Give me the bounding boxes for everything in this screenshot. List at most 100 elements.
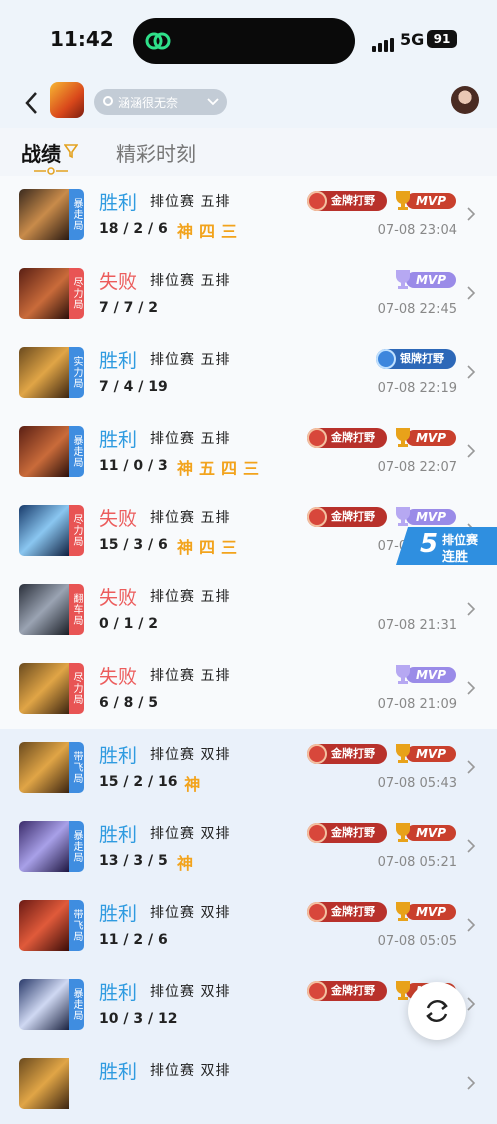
match-result: 胜利 <box>99 350 138 372</box>
medal-label: 金牌打野 <box>331 905 375 918</box>
match-rating-tag: 尽力局 <box>69 268 84 319</box>
match-mode: 排位赛 五排 <box>150 665 230 685</box>
match-mode-type: 排位赛 <box>150 747 195 763</box>
medal-label: 金牌打野 <box>331 431 375 444</box>
match-mode: 排位赛 五排 <box>150 349 230 369</box>
multikill-badge: 三 <box>243 459 260 478</box>
match-mode: 排位赛 双排 <box>150 902 230 922</box>
match-row[interactable]: 尽力局 失败 排位赛 五排 6 / 8 / 5 MVP 07-08 21:09 <box>0 650 497 729</box>
mvp-badge: MVP <box>392 744 457 764</box>
match-result: 失败 <box>99 587 138 609</box>
medal-label: 金牌打野 <box>331 747 375 760</box>
hero-portrait <box>19 347 69 398</box>
match-mode-type: 排位赛 <box>150 273 195 289</box>
medal-emblem-icon <box>376 349 396 369</box>
match-row[interactable]: 带飞局 胜利 排位赛 双排 15 / 2 / 16 神 金牌打野 MVP 07-08 05:4… <box>0 729 497 808</box>
match-row[interactable]: 暴走局 胜利 排位赛 五排 11 / 0 / 3 神五四三 金牌打野 MVP 07-08 22… <box>0 413 497 492</box>
tab-highlights[interactable]: 精彩时刻 <box>116 138 196 167</box>
match-mode: 排位赛 双排 <box>150 744 230 764</box>
refresh-icon <box>426 1000 448 1022</box>
silver-jungle-medal: 银牌打野 <box>376 349 456 369</box>
match-kda: 15 / 2 / 16 <box>99 774 178 790</box>
account-selector[interactable]: 涵涵很无奈 <box>94 89 227 115</box>
game-logo-icon[interactable] <box>50 82 84 118</box>
mvp-badge: MVP <box>392 902 457 922</box>
chevron-right-icon <box>467 207 476 221</box>
match-datetime: 07-08 21:09 <box>377 697 457 712</box>
trophy-icon <box>396 270 410 289</box>
chevron-down-icon <box>207 98 219 106</box>
match-mode-type: 排位赛 <box>150 826 195 842</box>
trophy-icon <box>396 902 410 921</box>
match-party-size: 五排 <box>200 510 231 526</box>
mvp-badge: MVP <box>392 191 457 211</box>
hero-portrait <box>19 742 69 793</box>
trophy-icon <box>396 507 410 526</box>
match-party-size: 双排 <box>200 747 231 763</box>
back-arrow-icon[interactable] <box>22 88 42 118</box>
match-mode-type: 排位赛 <box>150 984 195 1000</box>
refresh-button[interactable] <box>408 982 466 1040</box>
match-kda: 0 / 1 / 2 <box>99 616 158 632</box>
multikill-badges: 神五四三 <box>177 455 265 479</box>
match-party-size: 五排 <box>200 273 231 289</box>
match-mode-type: 排位赛 <box>150 431 195 447</box>
medal-emblem-icon <box>307 507 327 527</box>
chevron-right-icon <box>467 1076 476 1090</box>
match-rating-tag: 尽力局 <box>69 505 84 556</box>
match-row[interactable]: 尽力局 失败 排位赛 五排 7 / 7 / 2 MVP 07-08 22:45 <box>0 255 497 334</box>
mvp-badge: MVP <box>392 665 457 685</box>
multikill-badges: 神 <box>184 771 206 795</box>
match-kda: 6 / 8 / 5 <box>99 695 158 711</box>
match-kda: 13 / 3 / 5 <box>99 853 168 869</box>
multikill-badges: 神 <box>177 850 199 874</box>
gold-jungle-medal: 金牌打野 <box>307 823 387 843</box>
match-datetime: 07-08 05:43 <box>377 776 457 791</box>
match-row[interactable]: 胜利 排位赛 双排 <box>0 1045 497 1124</box>
gold-jungle-medal: 金牌打野 <box>307 902 387 922</box>
trophy-icon <box>396 744 410 763</box>
match-party-size: 五排 <box>200 352 231 368</box>
match-mode: 排位赛 五排 <box>150 191 230 211</box>
match-result: 失败 <box>99 508 138 530</box>
medal-emblem-icon <box>307 981 327 1001</box>
match-rating-tag: 尽力局 <box>69 663 84 714</box>
match-result: 胜利 <box>99 824 138 846</box>
filter-icon[interactable] <box>64 143 78 159</box>
match-row[interactable]: 暴走局 胜利 排位赛 双排 13 / 3 / 5 神 金牌打野 MVP 07-08 05:21 <box>0 808 497 887</box>
match-row[interactable]: 翻车局 失败 排位赛 五排 0 / 1 / 2 07-08 21:31 <box>0 571 497 650</box>
match-rating-tag: 翻车局 <box>69 584 84 635</box>
match-mode: 排位赛 五排 <box>150 586 230 606</box>
match-datetime: 07-08 05:21 <box>377 855 457 870</box>
tab-bar: 战绩 精彩时刻 <box>0 128 497 180</box>
match-mode: 排位赛 双排 <box>150 981 230 1001</box>
medal-emblem-icon <box>307 823 327 843</box>
chevron-right-icon <box>467 286 476 300</box>
chevron-right-icon <box>467 760 476 774</box>
mvp-badge: MVP <box>392 270 457 290</box>
user-avatar[interactable] <box>451 86 479 114</box>
match-row[interactable]: 暴走局 胜利 排位赛 五排 18 / 2 / 6 神四三 金牌打野 MVP 07-08 23:… <box>0 176 497 255</box>
match-rating-tag: 带飞局 <box>69 742 84 793</box>
match-party-size: 五排 <box>200 589 231 605</box>
match-rating-tag: 暴走局 <box>69 821 84 872</box>
match-mode: 排位赛 五排 <box>150 270 230 290</box>
hero-portrait <box>19 505 69 556</box>
cellular-signal-icon <box>372 33 396 52</box>
link-rings-icon <box>145 32 171 50</box>
gold-jungle-medal: 金牌打野 <box>307 981 387 1001</box>
match-datetime: 07-08 05:05 <box>377 934 457 949</box>
medal-label: 银牌打野 <box>400 352 444 365</box>
gold-jungle-medal: 金牌打野 <box>307 428 387 448</box>
match-row[interactable]: 带飞局 胜利 排位赛 双排 11 / 2 / 6 金牌打野 MVP 07-08 05:05 <box>0 887 497 966</box>
match-datetime: 07-08 22:07 <box>377 460 457 475</box>
trophy-icon <box>396 823 410 842</box>
status-time: 11:42 <box>50 27 114 51</box>
match-row[interactable]: 实力局 胜利 排位赛 五排 7 / 4 / 19 银牌打野 07-08 22:19 <box>0 334 497 413</box>
multikill-badge: 神 <box>184 775 201 794</box>
tab-indicator <box>34 167 68 175</box>
mvp-badge: MVP <box>392 507 457 527</box>
tab-record[interactable]: 战绩 <box>21 138 61 167</box>
account-name: 涵涵很无奈 <box>118 96 179 110</box>
status-bar: 11:42 5G 91 <box>0 0 497 80</box>
